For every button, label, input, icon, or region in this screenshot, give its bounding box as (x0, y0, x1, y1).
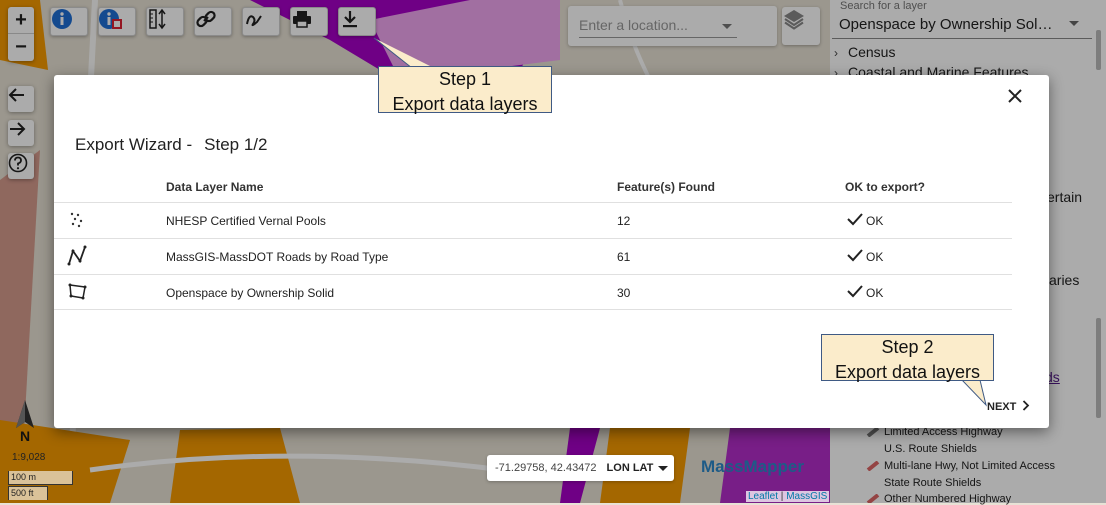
col-header-name: Data Layer Name (166, 180, 264, 194)
north-label: N (20, 428, 30, 442)
callout-line: Step 1 (438, 69, 492, 89)
north-arrow-icon: N (16, 400, 34, 442)
step1-callout: Step 1 Export data layers (378, 66, 552, 114)
dialog-title: Export Wizard - Step 1/2 (75, 135, 267, 155)
table-row: MassGIS-MassDOT Roads by Road Type 61 OK (54, 238, 1012, 274)
callout-line: Export data layers (834, 362, 981, 382)
scale-ratio: 1:9,028 (12, 452, 46, 463)
dialog-title-text: Export Wizard - (75, 135, 193, 154)
polygon-icon (68, 283, 87, 300)
points-icon (70, 212, 83, 228)
col-header-ok: OK to export? (845, 180, 925, 194)
check-icon (847, 285, 863, 298)
layer-name: Openspace by Ownership Solid (166, 286, 335, 300)
coordinate-value: -71.29758, 42.43472 (495, 462, 597, 474)
table-row: Openspace by Ownership Solid 30 OK (54, 274, 1012, 310)
coordinate-mode[interactable]: LON LAT (607, 462, 654, 474)
next-button[interactable]: NEXT (987, 400, 1030, 413)
layer-name: NHESP Certified Vernal Pools (166, 214, 326, 228)
step2-callout: Step 2 Export data layers (821, 334, 994, 382)
export-status: OK (866, 250, 884, 264)
coordinate-readout[interactable]: -71.29758, 42.43472 LON LAT (487, 455, 674, 481)
feature-count: 12 (617, 214, 631, 228)
chevron-right-icon (1023, 400, 1030, 411)
table-row: NHESP Certified Vernal Pools 12 OK (54, 202, 1012, 238)
col-header-found: Feature(s) Found (617, 180, 715, 194)
next-label: NEXT (987, 401, 1017, 413)
dialog-step: Step 1/2 (204, 135, 268, 154)
caret-down-icon[interactable] (658, 465, 669, 471)
layer-name: MassGIS-MassDOT Roads by Road Type (166, 250, 389, 264)
lines-icon (67, 245, 87, 266)
attribution-separator: | (778, 491, 787, 502)
callout-line: Export data layers (392, 94, 538, 114)
scale-bar-metric: 100 m (8, 471, 73, 485)
close-icon[interactable] (1007, 88, 1023, 104)
check-icon (847, 213, 863, 226)
massgis-link[interactable]: MassGIS (786, 491, 827, 502)
massmapper-logo: MassMapper (701, 457, 804, 476)
callout-line: Step 2 (881, 337, 934, 357)
scale-bar-imperial: 500 ft (8, 486, 48, 500)
feature-count: 30 (617, 286, 631, 300)
attribution: Leaflet | MassGIS (746, 491, 830, 502)
check-icon (847, 249, 863, 262)
export-status: OK (866, 286, 884, 300)
feature-count: 61 (617, 250, 631, 264)
export-status: OK (866, 214, 884, 228)
leaflet-link[interactable]: Leaflet (748, 491, 778, 502)
